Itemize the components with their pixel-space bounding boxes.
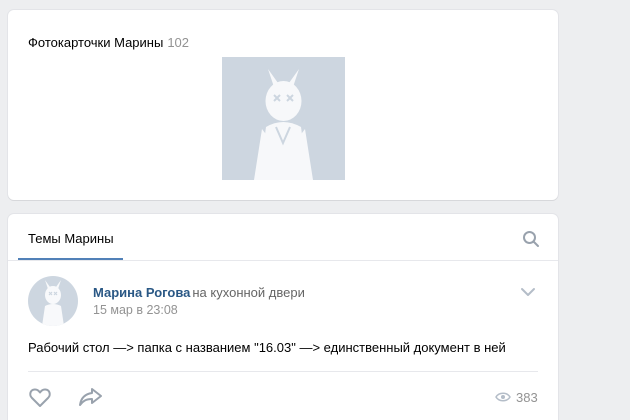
topics-card: Темы Марины Марина Рогова на кухонной две… xyxy=(8,214,558,420)
tab-topics[interactable]: Темы Марины xyxy=(28,214,114,261)
topics-tabs: Темы Марины xyxy=(8,214,558,261)
photos-header[interactable]: Фотокарточки Марины 102 xyxy=(28,35,189,50)
photo-placeholder-figure xyxy=(254,69,313,180)
search-icon[interactable] xyxy=(522,230,540,248)
heart-icon[interactable] xyxy=(28,385,52,409)
avatar[interactable] xyxy=(28,276,78,326)
eye-icon xyxy=(495,391,511,403)
post-author: Марина Рогова на кухонной двери xyxy=(93,285,305,300)
views-count: 383 xyxy=(516,390,538,405)
divider xyxy=(28,371,538,372)
photos-card: Фотокарточки Марины 102 xyxy=(8,10,558,200)
photo-thumbnail[interactable] xyxy=(222,57,345,180)
active-tab-underline xyxy=(18,258,123,260)
chevron-down-icon[interactable] xyxy=(520,286,536,298)
post-date[interactable]: 15 мар в 23:08 xyxy=(93,303,178,317)
author-suffix: на кухонной двери xyxy=(192,285,305,300)
views-counter: 383 xyxy=(495,390,538,406)
share-arrow-icon[interactable] xyxy=(78,386,104,408)
post-text: Рабочий стол —> папка с названием "16.03… xyxy=(28,340,506,355)
author-name-link[interactable]: Марина Рогова xyxy=(93,285,190,300)
photos-title[interactable]: Фотокарточки Марины xyxy=(28,35,163,50)
photos-count: 102 xyxy=(167,35,190,50)
